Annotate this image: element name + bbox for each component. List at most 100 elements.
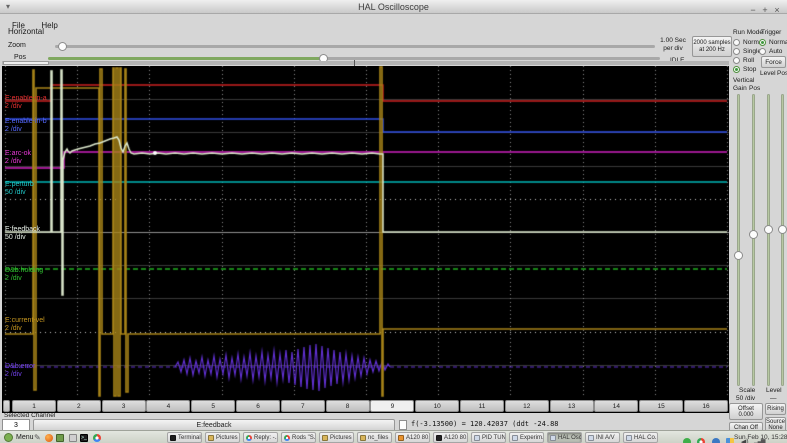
maximize-button[interactable]: + xyxy=(759,4,771,17)
vertical-label: Vertical xyxy=(733,77,755,84)
taskbar-window-pid-tune[interactable]: PID TUNE xyxy=(471,432,506,443)
taskbar-window-a120-80-[interactable]: A120 80... xyxy=(433,432,468,443)
firefox-icon[interactable] xyxy=(45,434,53,442)
channel-tab-8[interactable]: 8 xyxy=(325,400,370,412)
rising-button[interactable]: Rising xyxy=(765,403,786,415)
window-icon xyxy=(512,434,518,441)
gain-slider-track[interactable] xyxy=(737,94,740,386)
terminal-icon xyxy=(170,434,176,441)
vertical-pos-label: Pos xyxy=(749,85,761,92)
offset-line2: 0.000 xyxy=(738,412,754,418)
files-icon[interactable] xyxy=(69,434,77,442)
taskbar-window-hal-osc-[interactable]: HAL Osc... xyxy=(547,432,582,443)
taskbar-window-experim-[interactable]: Experim... xyxy=(509,432,544,443)
channel-tab-strip: 1 2 3 4 5 6 7 8 9 10 11 12 13 14 15 16 xyxy=(2,398,729,413)
taskbar-window-label: A120 80... xyxy=(406,434,429,441)
readout-box xyxy=(399,420,407,430)
taskbar-menu-label[interactable]: Menu xyxy=(16,434,34,442)
channel-tab-9[interactable]: 9 xyxy=(370,400,415,412)
channel-tab-13[interactable]: 13 xyxy=(549,400,594,412)
trigger-level-slider-track[interactable] xyxy=(767,94,770,386)
trigger-pos-slider-knob[interactable] xyxy=(778,225,787,234)
trigger-label-auto: Auto xyxy=(769,48,783,55)
channel-tab-6[interactable]: 6 xyxy=(236,400,280,412)
window-icon xyxy=(626,434,632,441)
channel-tab-7[interactable]: 7 xyxy=(280,400,325,412)
channel-tab-2[interactable]: 2 xyxy=(56,400,101,412)
taskbar: Menu ✎ >_ Terminal Pictures Reply: -... Rod… xyxy=(0,430,787,443)
force-button[interactable]: Force xyxy=(761,56,786,68)
run-mode-radio-stop[interactable] xyxy=(733,66,740,73)
taskbar-window-hal-co-[interactable]: HAL Co... xyxy=(623,432,658,443)
window-icon xyxy=(588,434,594,441)
zoom-slider-knob[interactable] xyxy=(58,42,67,51)
close-button[interactable]: × xyxy=(771,4,783,17)
terminal-icon[interactable]: >_ xyxy=(80,434,88,442)
run-mode-roll[interactable]: Roll xyxy=(733,56,764,65)
tray-chrome-icon[interactable] xyxy=(697,437,706,443)
shield-green-icon[interactable] xyxy=(683,437,691,443)
run-mode-label-roll: Roll xyxy=(743,57,755,64)
channel-tab-4[interactable]: 4 xyxy=(146,400,191,412)
window-menu-icon[interactable]: ▾ xyxy=(6,0,10,13)
trigger-radio-auto[interactable] xyxy=(759,48,766,55)
taskbar-window-label: Reply: -... xyxy=(254,434,278,441)
pos-slider-fill xyxy=(48,57,324,60)
folder-icon xyxy=(208,434,214,441)
capture-position-handle[interactable] xyxy=(3,61,49,65)
run-mode-radio-normal[interactable] xyxy=(733,39,740,46)
channel-tab-14[interactable]: 14 xyxy=(594,400,639,412)
window-titlebar[interactable]: ▾ HAL Oscilloscope − + × xyxy=(0,0,787,17)
trigger-normal[interactable]: Normal xyxy=(759,38,787,47)
chrome-icon xyxy=(284,434,290,441)
trigger-auto[interactable]: Auto xyxy=(759,47,787,56)
chrome-icon[interactable] xyxy=(93,434,101,442)
pos-slider-track[interactable] xyxy=(324,57,660,60)
samples-line1: 2000 samples xyxy=(693,40,731,46)
mint-menu-icon[interactable] xyxy=(4,433,13,442)
vertical-pos-slider-knob[interactable] xyxy=(749,230,758,239)
offset-button[interactable]: Offset 0.000 xyxy=(729,403,763,420)
taskbar-window-a120-80-[interactable]: A120 80... xyxy=(395,432,430,443)
image-icon xyxy=(398,434,404,441)
taskbar-window-pictures[interactable]: Pictures xyxy=(205,432,240,443)
run-mode-radio-roll[interactable] xyxy=(733,57,740,64)
zoom-slider-track[interactable] xyxy=(55,45,655,48)
taskbar-window-reply-[interactable]: Reply: -... xyxy=(243,432,278,443)
samples-button[interactable]: 2000 samples at 200 Hz xyxy=(692,36,732,57)
taskbar-window-label: INI A/V xyxy=(596,434,615,441)
gain-slider-knob[interactable] xyxy=(734,251,743,260)
channel-tab-12[interactable]: 12 xyxy=(504,400,549,412)
channel-tab-16[interactable]: 16 xyxy=(684,400,728,412)
info-blue-icon[interactable] xyxy=(711,437,720,443)
taskbar-window-label: Experim... xyxy=(520,434,544,441)
channel-tab-5[interactable]: 5 xyxy=(191,400,236,412)
channel-tab-1[interactable]: 1 xyxy=(12,400,56,412)
taskbar-window-pictures[interactable]: Pictures xyxy=(319,432,354,443)
run-mode-radio-single[interactable] xyxy=(733,48,740,55)
screen-icon[interactable] xyxy=(56,434,64,442)
vertical-pos-slider-track[interactable] xyxy=(752,94,755,386)
minimize-button[interactable]: − xyxy=(747,4,759,17)
pencil-icon[interactable]: ✎ xyxy=(34,433,41,442)
channel-tab-15[interactable]: 15 xyxy=(639,400,684,412)
trigger-pos-slider-track[interactable] xyxy=(781,94,784,386)
run-mode-label-stop: Stop xyxy=(743,66,757,73)
capture-position-strip[interactable] xyxy=(2,61,729,65)
channel-tab-11[interactable]: 11 xyxy=(460,400,504,412)
taskbar-window-label: Pictures xyxy=(216,434,238,441)
taskbar-window-ini-a-v[interactable]: INI A/V xyxy=(585,432,620,443)
gain-label: Gain xyxy=(733,85,747,92)
taskbar-window-label: HAL Osc... xyxy=(558,434,582,441)
trigger-label: Trigger xyxy=(761,29,782,36)
scope-display[interactable]: E:enable-in-a 2 /div E:enable-in-b 2 /div E:… xyxy=(2,66,729,398)
taskbar-window-terminal[interactable]: Terminal xyxy=(167,432,202,443)
trigger-radio-normal[interactable] xyxy=(759,39,766,46)
taskbar-window-label: PID TUNE xyxy=(482,434,506,441)
taskbar-window-nc-files[interactable]: nc_files xyxy=(357,432,392,443)
taskbar-window-rods-s-[interactable]: Rods "S... xyxy=(281,432,316,443)
channel-tab-3[interactable]: 3 xyxy=(101,400,146,412)
trigger-level-slider-knob[interactable] xyxy=(764,225,773,234)
window-title: HAL Oscilloscope xyxy=(358,2,429,12)
channel-tab-10[interactable]: 10 xyxy=(415,400,460,412)
